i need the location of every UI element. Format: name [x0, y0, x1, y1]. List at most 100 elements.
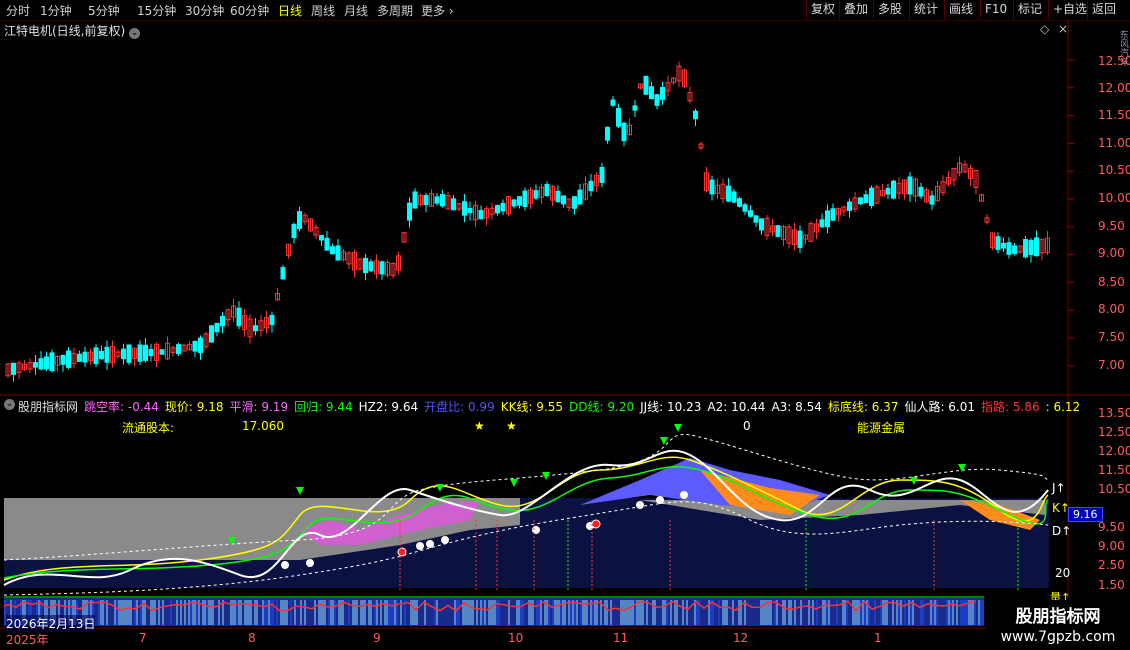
candle-body	[407, 202, 412, 221]
candle-body	[126, 344, 132, 363]
signal-dot	[680, 491, 688, 499]
candle-body	[726, 185, 731, 202]
indicator-item: JJ线: 10.23	[640, 400, 702, 414]
candle-body	[863, 194, 869, 204]
candle-body	[825, 210, 830, 228]
candle-body	[330, 246, 335, 255]
candle-body	[99, 350, 104, 360]
float-shares-value: 17.060	[242, 419, 284, 433]
indicator-item: 标底线: 6.37	[827, 400, 899, 414]
candle-body	[495, 204, 500, 214]
candle-body	[847, 201, 852, 211]
candle-body	[423, 195, 429, 205]
candle-body	[467, 207, 473, 214]
chart-canvas	[0, 20, 1130, 630]
chevron-down-icon[interactable]: ⌄	[129, 28, 141, 39]
candle-body	[797, 230, 803, 248]
candle-body	[368, 261, 374, 272]
arrow-down-icon	[674, 424, 682, 432]
candle-body	[995, 236, 1001, 250]
ind-axis-small: 20	[1055, 566, 1071, 580]
candle-body	[918, 186, 924, 197]
month-tick: 12	[733, 631, 749, 645]
ind-tick: 12.00	[1098, 444, 1130, 458]
candle-body	[577, 189, 583, 205]
signal-dot	[306, 559, 314, 567]
candle-body	[1006, 242, 1012, 255]
signal-dot	[416, 542, 424, 550]
date-cursor-label: 2026年2月13日	[6, 615, 96, 632]
candle-body	[412, 191, 418, 209]
ind-tick: 12.50	[1098, 425, 1130, 439]
candle-body	[214, 322, 220, 333]
diamond-icon[interactable]: ◇	[1040, 22, 1049, 36]
price-tick: 11.50	[1098, 108, 1130, 122]
candle-body	[1012, 245, 1017, 254]
current-value-tag: 9.16	[1068, 507, 1103, 522]
candle-body	[819, 219, 825, 228]
candle-body	[253, 325, 258, 332]
indicator-item: A2: 10.44	[707, 400, 766, 414]
candle-body	[434, 196, 440, 204]
sector-label: 能源金属	[857, 421, 906, 435]
candle-body	[533, 190, 539, 199]
candle-body	[599, 166, 605, 184]
candle-body	[11, 362, 16, 375]
indicator-name: 股朋指标网	[18, 400, 79, 414]
candle-body	[731, 191, 737, 203]
candle-body	[522, 190, 528, 208]
candle-body	[38, 358, 44, 370]
candle-body	[319, 235, 324, 241]
candle-body	[858, 197, 863, 205]
candle-body	[588, 180, 594, 192]
candle-body	[291, 223, 297, 239]
candle-body	[269, 314, 275, 326]
signal-dot	[656, 496, 664, 504]
watermark: 股朋指标网 www.7gpzb.com	[986, 600, 1130, 650]
candle-body	[891, 180, 896, 199]
watermark-url: www.7gpzb.com	[1000, 629, 1116, 645]
signal-dot-red	[397, 547, 407, 557]
signal-dot	[532, 526, 540, 534]
indicator-toggle-icon[interactable]: ⌄	[4, 399, 15, 410]
price-tick: 9.50	[1098, 219, 1125, 233]
month-tick: 11	[613, 631, 629, 645]
candle-body	[1034, 237, 1039, 257]
month-tick: 10	[508, 631, 524, 645]
candle-body	[753, 215, 759, 223]
price-tick: 10.00	[1098, 191, 1130, 205]
signal-dot	[426, 540, 434, 548]
candle-body	[236, 307, 242, 327]
candle-body	[517, 196, 522, 206]
candlestick-series	[5, 61, 1050, 382]
candle-body	[462, 201, 467, 216]
gray-band	[4, 498, 300, 560]
float-shares-label: 流通股本:	[122, 421, 175, 435]
candle-body	[176, 344, 181, 355]
candle-body	[649, 86, 654, 100]
d-tag: D↑	[1052, 524, 1072, 538]
candle-body	[198, 337, 203, 353]
close-icon[interactable]: ×	[1058, 22, 1068, 36]
month-tick: 9	[373, 631, 381, 645]
indicator-item: 指路: 5.86	[981, 400, 1040, 414]
candle-body	[66, 350, 71, 368]
indicator-item: 仙人路: 6.01	[904, 400, 976, 414]
candle-body	[544, 184, 550, 196]
indicator-item: 回归: 9.44	[294, 400, 353, 414]
star-icon: ★	[474, 419, 485, 433]
stock-title: 江特电机(日线,前复权) ⌄	[4, 24, 141, 39]
candle-body	[77, 353, 82, 362]
indicator-item: 平滑: 9.19	[229, 400, 289, 414]
candle-body	[1001, 242, 1006, 249]
ind-tick: 13.50	[1098, 406, 1130, 420]
candle-body	[209, 325, 214, 343]
candle-body	[885, 188, 891, 195]
j-tag: J↑	[1052, 481, 1066, 495]
candle-body	[561, 195, 566, 205]
candle-body	[451, 198, 456, 211]
price-tick: 12.50	[1098, 54, 1130, 68]
price-tick: 9.00	[1098, 246, 1125, 260]
zero-value: 0	[743, 419, 751, 433]
candle-body	[379, 261, 385, 275]
